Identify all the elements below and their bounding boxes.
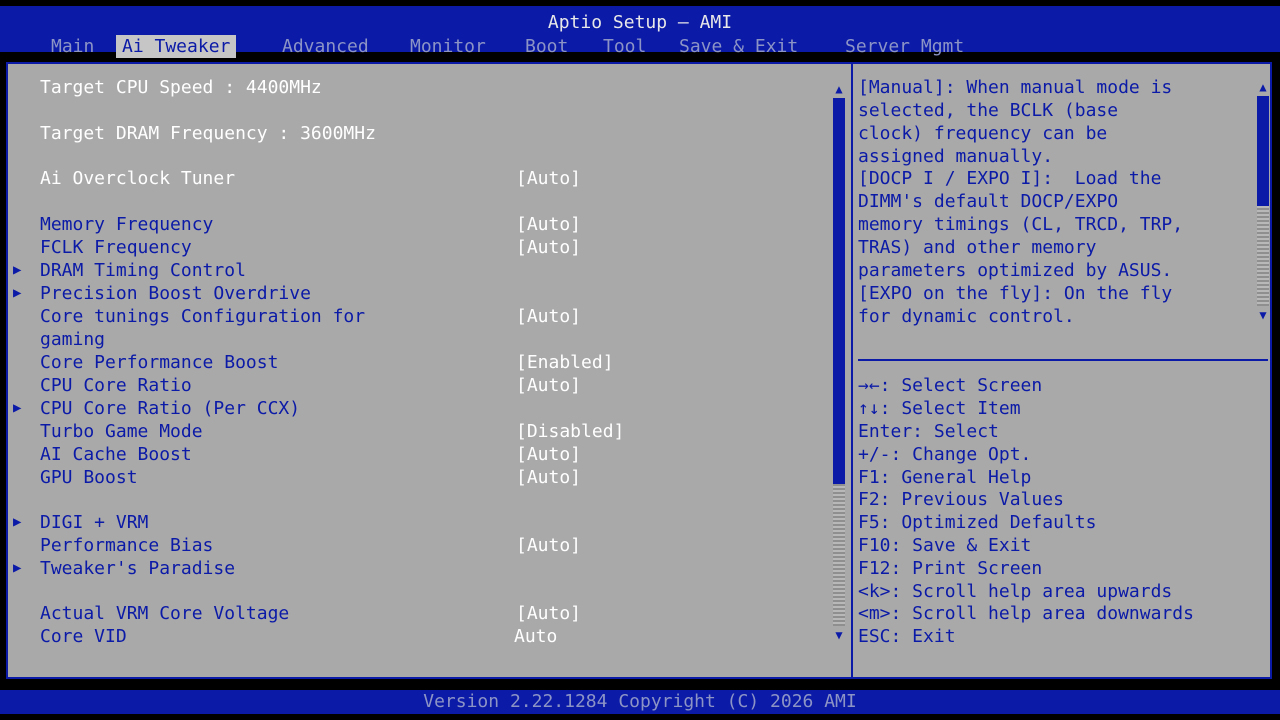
setup-panel: Target CPU Speed : 4400MHz Target DRAM F…	[6, 62, 1272, 679]
key-hint: →←: Select Screen	[858, 375, 1043, 396]
submenu-arrow-icon: ▶	[13, 560, 22, 576]
key-hint: F2: Previous Values	[858, 489, 1064, 510]
help-text-line: clock) frequency can be	[858, 123, 1108, 144]
help-text-line: for dynamic control.	[858, 306, 1075, 327]
setting-ai-overclock-tuner[interactable]: Ai Overclock Tuner [Auto]	[8, 167, 848, 190]
help-scrollbar-thumb[interactable]	[1257, 96, 1269, 206]
tab-monitor[interactable]: Monitor	[410, 35, 486, 58]
help-divider	[858, 359, 1268, 361]
title-bar: Aptio Setup – AMI Main Ai Tweaker Advanc…	[0, 6, 1280, 58]
setting-ai-cache-boost[interactable]: AI Cache Boost [Auto]	[8, 443, 848, 466]
target-dram-frequency: Target DRAM Frequency : 3600MHz	[40, 123, 376, 144]
help-text-line: memory timings (CL, TRCD, TRP,	[858, 214, 1184, 235]
submenu-arrow-icon: ▶	[13, 262, 22, 278]
tab-boot[interactable]: Boot	[525, 35, 568, 58]
help-text-line: [DOCP I / EXPO I]: Load the	[858, 168, 1162, 189]
help-scroll-up-arrow-icon[interactable]: ▲	[1256, 80, 1270, 94]
setting-actual-vrm-core-voltage[interactable]: Actual VRM Core Voltage [Auto]	[8, 602, 848, 625]
submenu-tweakers-paradise[interactable]: ▶ Tweaker's Paradise	[8, 557, 848, 580]
setting-core-tunings-configuration[interactable]: Core tunings Configuration for [Auto]	[8, 305, 848, 328]
setting-core-tunings-configuration-line2: gaming	[40, 329, 106, 350]
scroll-down-arrow-icon[interactable]: ▼	[832, 628, 846, 642]
setting-core-performance-boost[interactable]: Core Performance Boost [Enabled]	[8, 351, 848, 374]
scrollbar-thumb[interactable]	[833, 98, 845, 484]
key-hint: Enter: Select	[858, 421, 999, 442]
help-text-line: [Manual]: When manual mode is	[858, 77, 1173, 98]
key-hint: +/-: Change Opt.	[858, 444, 1032, 465]
tab-advanced[interactable]: Advanced	[282, 35, 369, 58]
help-scrollbar[interactable]: ▲ ▼	[1256, 78, 1270, 324]
help-text-line: [EXPO on the fly]: On the fly	[858, 283, 1173, 304]
help-text-line: TRAS) and other memory	[858, 237, 1097, 258]
tab-server-mgmt[interactable]: Server Mgmt	[845, 35, 964, 58]
submenu-digi-vrm[interactable]: ▶ DIGI + VRM	[8, 511, 848, 534]
setting-performance-bias[interactable]: Performance Bias [Auto]	[8, 534, 848, 557]
key-hint: F12: Print Screen	[858, 558, 1043, 579]
submenu-cpu-core-ratio-per-ccx[interactable]: ▶ CPU Core Ratio (Per CCX)	[8, 397, 848, 420]
submenu-dram-timing-control[interactable]: ▶ DRAM Timing Control	[8, 259, 848, 282]
key-hint: F1: General Help	[858, 467, 1032, 488]
submenu-arrow-icon: ▶	[13, 514, 22, 530]
key-hint: <m>: Scroll help area downwards	[858, 603, 1194, 624]
help-text-line: DIMM's default DOCP/EXPO	[858, 191, 1119, 212]
setting-fclk-frequency[interactable]: FCLK Frequency [Auto]	[8, 236, 848, 259]
tab-tool[interactable]: Tool	[603, 35, 646, 58]
submenu-arrow-icon: ▶	[13, 400, 22, 416]
version-footer: Version 2.22.1284 Copyright (C) 2026 AMI	[0, 690, 1280, 714]
key-hint: F5: Optimized Defaults	[858, 512, 1097, 533]
tab-ai-tweaker[interactable]: Ai Tweaker	[116, 35, 237, 58]
target-cpu-speed: Target CPU Speed : 4400MHz	[40, 77, 322, 98]
tab-main[interactable]: Main	[51, 35, 94, 58]
key-hint: ESC: Exit	[858, 626, 956, 647]
help-text-line: parameters optimized by ASUS.	[858, 260, 1173, 281]
tab-strip: Main Ai Tweaker Advanced Monitor Boot To…	[0, 35, 1280, 58]
key-hint: ↑↓: Select Item	[858, 398, 1021, 419]
scroll-up-arrow-icon[interactable]: ▲	[832, 82, 846, 96]
help-text-line: selected, the BCLK (base	[858, 100, 1119, 121]
key-hint: <k>: Scroll help area upwards	[858, 581, 1173, 602]
setting-gpu-boost[interactable]: GPU Boost [Auto]	[8, 466, 848, 489]
help-text-line: assigned manually.	[858, 146, 1054, 167]
app-title: Aptio Setup – AMI	[547, 12, 733, 33]
submenu-precision-boost-overdrive[interactable]: ▶ Precision Boost Overdrive	[8, 282, 848, 305]
readout-core-vid: Core VID Auto	[40, 626, 558, 647]
setting-memory-frequency[interactable]: Memory Frequency [Auto]	[8, 213, 848, 236]
setting-cpu-core-ratio[interactable]: CPU Core Ratio [Auto]	[8, 374, 848, 397]
setting-turbo-game-mode[interactable]: Turbo Game Mode [Disabled]	[8, 420, 848, 443]
submenu-arrow-icon: ▶	[13, 285, 22, 301]
key-hint: F10: Save & Exit	[858, 535, 1032, 556]
tab-save-exit[interactable]: Save & Exit	[679, 35, 798, 58]
settings-scrollbar[interactable]: ▲ ▼	[832, 78, 846, 642]
help-scroll-down-arrow-icon[interactable]: ▼	[1256, 308, 1270, 322]
panel-divider	[851, 64, 853, 677]
